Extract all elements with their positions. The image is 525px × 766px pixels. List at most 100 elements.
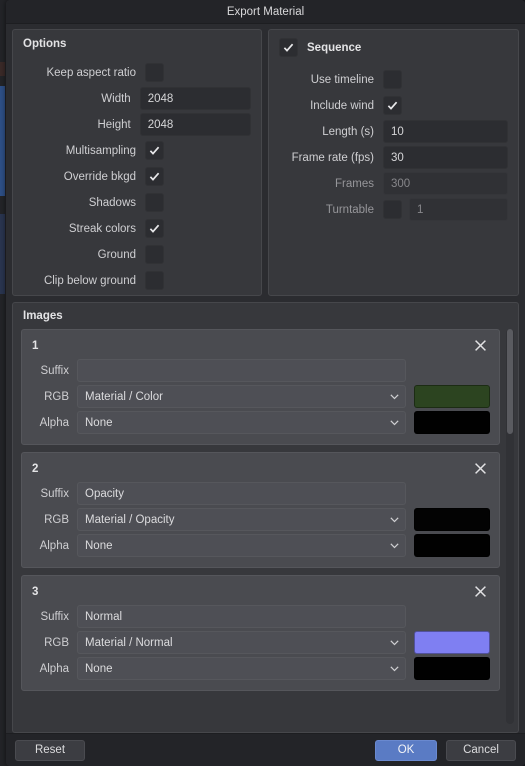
options-label-width: Width: [101, 92, 131, 105]
sequence-checkbox-use-timeline[interactable]: [383, 70, 402, 89]
sequence-checkbox-turntable[interactable]: [383, 200, 402, 219]
options-label-ground: Ground: [97, 248, 136, 261]
image-card-rgb-row: RGB Material / Color: [31, 384, 490, 409]
options-row-shadows: Shadows: [23, 190, 251, 215]
options-label-shadows: Shadows: [88, 196, 136, 209]
sequence-row-use-timeline: Use timeline: [279, 67, 508, 92]
rgb-select[interactable]: Material / Opacity: [77, 508, 406, 531]
options-checkbox-clip-below-ground[interactable]: [145, 271, 164, 290]
rgb-label: RGB: [44, 636, 69, 649]
options-row-override-bkgd: Override bkgd: [23, 164, 251, 189]
options-label-streak-colors: Streak colors: [68, 222, 136, 235]
sequence-input-length-s[interactable]: 10: [383, 120, 508, 143]
options-input-width[interactable]: 2048: [139, 87, 251, 110]
options-checkbox-streak-colors[interactable]: [145, 219, 164, 238]
alpha-color-swatch[interactable]: [414, 657, 490, 680]
sequence-row-turntable: Turntable 1: [279, 197, 508, 222]
alpha-color-swatch[interactable]: [414, 534, 490, 557]
image-card-suffix-row: Suffix: [31, 358, 490, 383]
images-scrollbar-thumb[interactable]: [507, 329, 513, 434]
alpha-select[interactable]: None: [77, 534, 406, 557]
options-input-height[interactable]: 2048: [139, 113, 251, 136]
images-panel: Images 1 Suffix RGB Material / Color Alpha No…: [12, 302, 519, 733]
image-card-suffix-row: Suffix Opacity: [31, 481, 490, 506]
sequence-label-frame-rate-fps: Frame rate (fps): [291, 151, 374, 164]
images-scrollbar[interactable]: [506, 329, 514, 724]
options-row-height: Height 2048: [23, 112, 251, 137]
export-material-dialog: Export Material Options Keep aspect rati…: [6, 0, 525, 766]
sequence-row-frames: Frames 300: [279, 171, 508, 196]
options-checkbox-override-bkgd[interactable]: [145, 167, 164, 186]
image-card-close-button[interactable]: [470, 582, 490, 602]
check-icon: [283, 43, 294, 52]
sequence-panel-title: Sequence: [307, 41, 362, 54]
cancel-button[interactable]: Cancel: [446, 739, 516, 761]
images-panel-title: Images: [23, 310, 63, 322]
suffix-input[interactable]: [77, 359, 406, 382]
alpha-select[interactable]: None: [77, 657, 406, 680]
sequence-label-turntable: Turntable: [325, 203, 374, 216]
image-card-header: 1: [31, 336, 490, 355]
chevron-down-icon: [390, 394, 399, 400]
chevron-down-icon: [390, 420, 399, 426]
image-card-rgb-row: RGB Material / Normal: [31, 630, 490, 655]
rgb-color-swatch[interactable]: [414, 508, 490, 531]
rgb-select-value: Material / Color: [85, 390, 163, 403]
rgb-label: RGB: [44, 513, 69, 526]
sequence-input-frame-rate-fps[interactable]: 30: [383, 146, 508, 169]
rgb-color-swatch[interactable]: [414, 631, 490, 654]
options-checkbox-ground[interactable]: [145, 245, 164, 264]
options-panel: Options Keep aspect ratio Width 2048 Height…: [12, 29, 262, 296]
sequence-label-length-s: Length (s): [322, 125, 374, 138]
options-label-clip-below-ground: Clip below ground: [43, 274, 136, 287]
rgb-select-value: Material / Normal: [85, 636, 173, 649]
ok-button[interactable]: OK: [375, 739, 437, 761]
chevron-down-icon: [390, 666, 399, 672]
rgb-select[interactable]: Material / Color: [77, 385, 406, 408]
alpha-label: Alpha: [39, 662, 69, 675]
options-label-height: Height: [97, 118, 131, 131]
options-label-multisampling: Multisampling: [65, 144, 136, 157]
alpha-select-value: None: [85, 662, 113, 675]
image-card-alpha-row: Alpha None: [31, 410, 490, 435]
rgb-select-value: Material / Opacity: [85, 513, 175, 526]
image-card-index: 3: [32, 585, 39, 598]
suffix-label: Suffix: [40, 364, 69, 377]
sequence-enable-checkbox[interactable]: [279, 38, 298, 57]
suffix-label: Suffix: [40, 610, 69, 623]
chevron-down-icon: [390, 543, 399, 549]
sequence-panel-header: Sequence: [279, 38, 508, 57]
image-card-close-button[interactable]: [470, 459, 490, 479]
sequence-rows: Use timeline Include wind Length (s) 10 Fram…: [279, 67, 508, 222]
image-card-header: 3: [31, 582, 490, 601]
options-label-keep-aspect-ratio: Keep aspect ratio: [46, 66, 136, 79]
sequence-checkbox-include-wind[interactable]: [383, 96, 402, 115]
options-row-width: Width 2048: [23, 86, 251, 111]
sequence-input-turntable[interactable]: 1: [409, 198, 508, 221]
image-card: 2 Suffix Opacity RGB Material / Opacity Alpha…: [21, 452, 500, 568]
suffix-input[interactable]: Normal: [77, 605, 406, 628]
top-panels-row: Options Keep aspect ratio Width 2048 Height…: [12, 29, 519, 296]
alpha-select[interactable]: None: [77, 411, 406, 434]
rgb-color-swatch[interactable]: [414, 385, 490, 408]
suffix-label: Suffix: [40, 487, 69, 500]
sequence-label-frames: Frames: [335, 177, 374, 190]
image-card-close-button[interactable]: [470, 336, 490, 356]
options-checkbox-keep-aspect-ratio[interactable]: [145, 63, 164, 82]
options-row-keep-aspect-ratio: Keep aspect ratio: [23, 60, 251, 85]
rgb-select[interactable]: Material / Normal: [77, 631, 406, 654]
options-checkbox-shadows[interactable]: [145, 193, 164, 212]
sequence-label-use-timeline: Use timeline: [310, 73, 374, 86]
options-rows: Keep aspect ratio Width 2048 Height 2048 Mult…: [23, 60, 251, 293]
sequence-input-frames[interactable]: 300: [383, 172, 508, 195]
close-icon: [474, 340, 486, 351]
background-strip-dark-blue: [0, 214, 5, 294]
image-card-header: 2: [31, 459, 490, 478]
image-card: 1 Suffix RGB Material / Color Alpha None: [21, 329, 500, 445]
options-checkbox-multisampling[interactable]: [145, 141, 164, 160]
alpha-color-swatch[interactable]: [414, 411, 490, 434]
alpha-label: Alpha: [39, 539, 69, 552]
reset-button[interactable]: Reset: [15, 739, 85, 761]
dialog-titlebar: Export Material: [6, 0, 525, 24]
suffix-input[interactable]: Opacity: [77, 482, 406, 505]
